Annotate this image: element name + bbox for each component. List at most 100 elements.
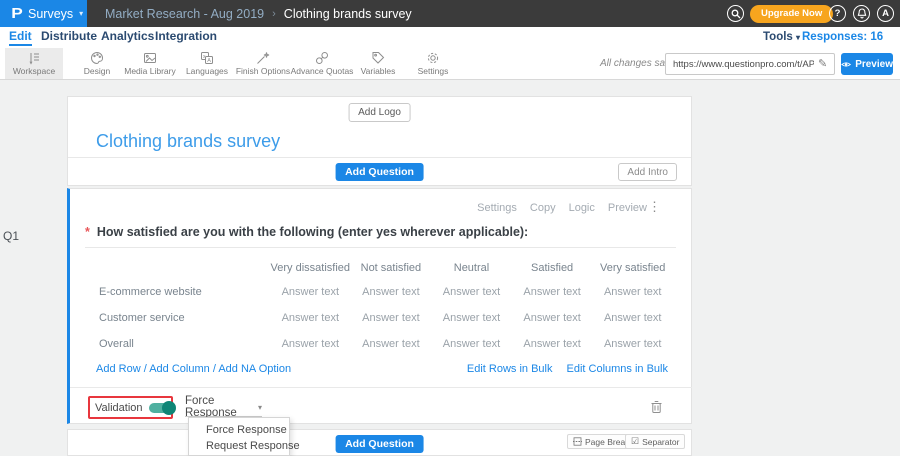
answer-cell[interactable]: Answer text	[592, 305, 673, 331]
menu-item-force-response[interactable]: Force Response	[189, 422, 289, 438]
add-row-link[interactable]: Add Row	[96, 363, 141, 375]
required-marker: *	[85, 225, 90, 239]
add-logo-button[interactable]: Add Logo	[348, 103, 411, 122]
surveys-menu-label: Surveys	[28, 7, 73, 21]
validation-toggle[interactable]	[149, 403, 174, 413]
answer-cell[interactable]: Answer text	[270, 279, 351, 305]
answer-cell[interactable]: Answer text	[431, 331, 512, 357]
row-label[interactable]: Customer service	[85, 305, 270, 331]
search-button[interactable]	[727, 5, 744, 22]
question-number-label: Q1	[3, 229, 19, 243]
search-icon	[731, 9, 741, 19]
add-intro-button[interactable]: Add Intro	[618, 163, 677, 181]
page-break-icon	[573, 437, 582, 446]
survey-title[interactable]: Clothing brands survey	[96, 131, 280, 152]
advance-quotas-icon	[315, 51, 329, 65]
toolbar-item-finish-options[interactable]: Finish Options	[234, 48, 292, 79]
question-settings-link[interactable]: Settings	[477, 202, 517, 214]
toolbar-item-workspace[interactable]: Workspace	[5, 48, 63, 79]
tab-edit[interactable]: Edit	[9, 29, 32, 46]
caret-down-icon: ▾	[258, 403, 262, 412]
breadcrumb: Market Research - Aug 2019 › Clothing br…	[105, 0, 412, 27]
preview-button[interactable]: Preview	[841, 53, 893, 75]
edit-url-pencil-icon[interactable]: ✎	[818, 57, 827, 70]
help-button[interactable]: ?	[829, 5, 846, 22]
question-text[interactable]: How satisfied are you with the following…	[97, 225, 528, 239]
add-question-button-bottom[interactable]: Add Question	[335, 435, 424, 453]
between-questions-band: Add Question Page Break ☑ Separator	[67, 429, 692, 456]
validation-dropdown-menu: Force Response Request Response	[188, 417, 290, 456]
answer-cell[interactable]: Answer text	[351, 331, 432, 357]
question-preview-link[interactable]: Preview	[608, 202, 647, 214]
bell-icon	[857, 8, 867, 19]
toolbar-item-media-library[interactable]: Media Library	[121, 48, 179, 79]
answer-cell[interactable]: Answer text	[431, 305, 512, 331]
answer-cell[interactable]: Answer text	[512, 331, 593, 357]
section-tabs: Edit Distribute Analytics Integration To…	[0, 27, 900, 48]
row-label[interactable]: E-commerce website	[85, 279, 270, 305]
table-edit-links: Add Row / Add Column / Add NA Option Edi…	[96, 363, 668, 375]
add-na-option-link[interactable]: Add NA Option	[218, 363, 291, 375]
answer-cell[interactable]: Answer text	[431, 279, 512, 305]
survey-header-card: Add Logo Clothing brands survey Add Ques…	[67, 96, 692, 186]
question-logic-link[interactable]: Logic	[569, 202, 595, 214]
surveys-product-menu[interactable]: P Surveys ▾	[0, 0, 87, 27]
settings-icon	[426, 51, 440, 65]
toolbar-item-design[interactable]: Design	[68, 48, 126, 79]
upgrade-now-button[interactable]: Upgrade Now	[750, 5, 833, 23]
validation-type-select[interactable]: Force Response ▾	[185, 398, 262, 417]
kebab-menu-icon[interactable]: ⋮	[648, 199, 661, 215]
question-mark-icon: ?	[835, 8, 841, 19]
caret-down-icon: ▾	[796, 33, 800, 42]
validation-label: Validation	[95, 402, 143, 414]
account-avatar[interactable]: A	[877, 5, 894, 22]
delete-question-button[interactable]	[651, 400, 870, 419]
row-label[interactable]: Overall	[85, 331, 270, 357]
divider	[70, 387, 692, 388]
answer-cell[interactable]: Answer text	[512, 305, 593, 331]
answer-cell[interactable]: Answer text	[592, 279, 673, 305]
matrix-table: Very dissatisfied Not satisfied Neutral …	[85, 253, 673, 357]
tools-menu[interactable]: Tools ▾	[763, 31, 800, 43]
edit-columns-in-bulk-link[interactable]: Edit Columns in Bulk	[567, 363, 669, 375]
answer-cell[interactable]: Answer text	[351, 279, 432, 305]
notifications-button[interactable]	[853, 5, 870, 22]
selected-validation-value: Force Response	[185, 395, 250, 419]
survey-editor-screen: P Surveys ▾ Market Research - Aug 2019 ›…	[0, 0, 900, 456]
toolbar-item-variables[interactable]: Variables	[349, 48, 407, 79]
menu-item-request-response[interactable]: Request Response	[189, 438, 289, 454]
finish-options-icon	[256, 51, 270, 65]
question-actions: Settings Copy Logic Preview	[477, 202, 647, 214]
add-column-link[interactable]: Add Column	[149, 363, 210, 375]
survey-url-input[interactable]	[665, 53, 835, 75]
toolbar-item-settings[interactable]: Settings	[404, 48, 462, 79]
responses-count-link[interactable]: Responses: 16	[802, 31, 883, 43]
add-question-button-top[interactable]: Add Question	[335, 163, 424, 181]
tab-integration[interactable]: Integration	[155, 29, 217, 46]
answer-cell[interactable]: Answer text	[512, 279, 593, 305]
tab-distribute[interactable]: Distribute	[41, 29, 97, 46]
answer-cell[interactable]: Answer text	[351, 305, 432, 331]
divider	[85, 247, 676, 248]
answer-cell[interactable]: Answer text	[270, 331, 351, 357]
breadcrumb-survey-name: Clothing brands survey	[284, 7, 412, 21]
breadcrumb-separator-icon: ›	[272, 8, 276, 20]
edit-rows-in-bulk-link[interactable]: Edit Rows in Bulk	[467, 363, 553, 375]
question-text-row: * How satisfied are you with the followin…	[85, 225, 528, 239]
breadcrumb-folder-link[interactable]: Market Research - Aug 2019	[105, 7, 264, 21]
top-navbar: P Surveys ▾ Market Research - Aug 2019 ›…	[0, 0, 900, 27]
separator-button[interactable]: ☑ Separator	[625, 434, 685, 449]
tab-analytics[interactable]: Analytics	[101, 29, 154, 46]
answer-cell[interactable]: Answer text	[270, 305, 351, 331]
toggle-knob	[162, 401, 176, 415]
edit-toolbar: Workspace Design Media Library Ax Langua…	[0, 48, 900, 80]
caret-down-icon: ▾	[79, 9, 83, 18]
answer-cell[interactable]: Answer text	[592, 331, 673, 357]
media-library-icon	[143, 51, 157, 65]
variables-icon	[371, 51, 385, 65]
eye-icon	[841, 60, 851, 69]
toolbar-item-languages[interactable]: Ax Languages	[178, 48, 236, 79]
question-copy-link[interactable]: Copy	[530, 202, 556, 214]
toolbar-item-advance-quotas[interactable]: Advance Quotas	[293, 48, 351, 79]
trash-icon	[651, 400, 662, 414]
